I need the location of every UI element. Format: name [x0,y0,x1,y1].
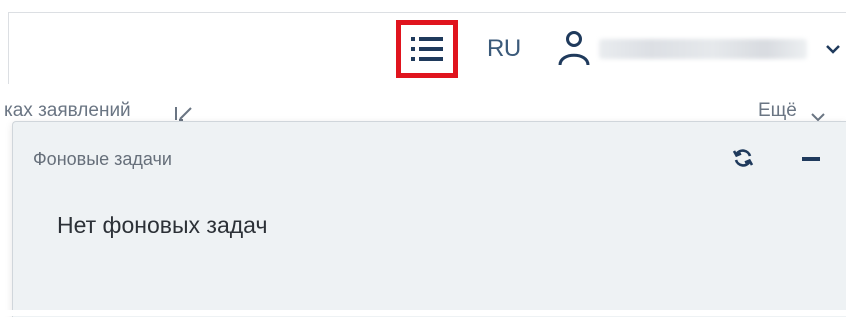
user-icon[interactable] [557,30,591,73]
top-bar: RU [8,12,846,86]
user-name[interactable] [599,39,807,59]
more-menu[interactable]: Ещё [758,100,797,122]
background-tasks-button[interactable] [396,20,458,78]
minimize-icon[interactable] [802,157,820,161]
language-switcher[interactable]: RU [487,35,521,63]
background-tasks-panel: Фоновые задачи Нет фоновых задач [12,121,846,317]
refresh-icon[interactable] [732,147,754,174]
chevron-down-icon[interactable] [825,42,841,60]
breadcrumb: каx заявлений [4,100,131,121]
empty-state-message: Нет фоновых задач [57,212,268,238]
page-content-edge [0,310,846,316]
list-icon [411,37,443,61]
panel-title: Фоновые задачи [33,149,172,169]
